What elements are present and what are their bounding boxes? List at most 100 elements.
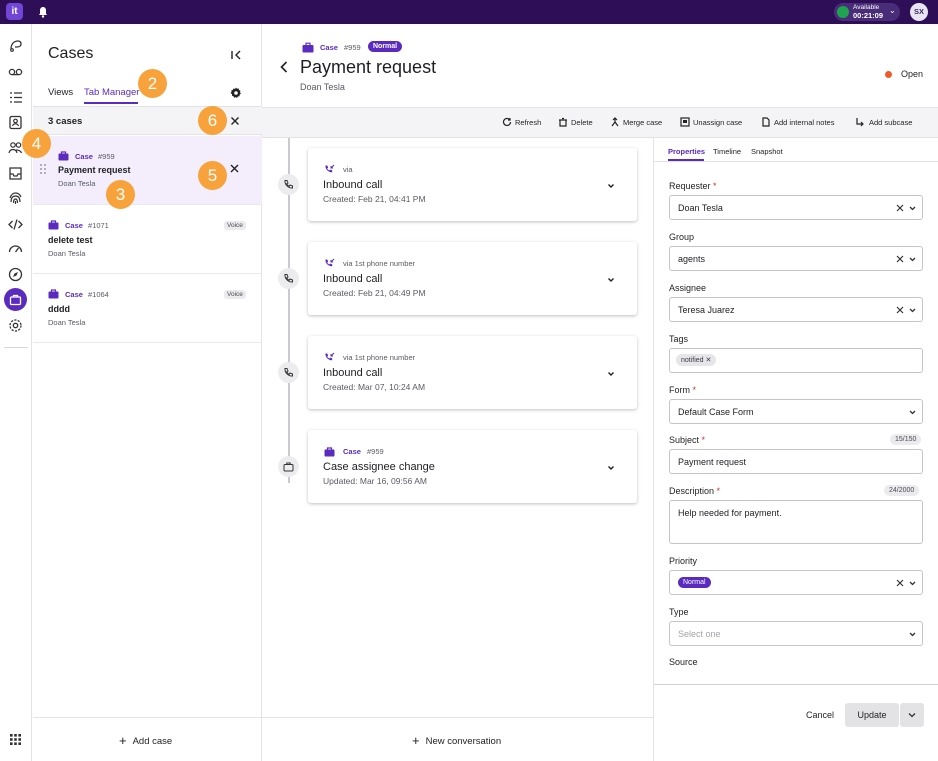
user-avatar[interactable]: SX: [910, 3, 928, 21]
chevron-down-icon[interactable]: [908, 204, 917, 213]
refresh-button[interactable]: Refresh: [515, 118, 541, 127]
case-requester: Doan Tesla: [48, 249, 86, 258]
tab-snapshot[interactable]: Snapshot: [751, 147, 783, 156]
case-list-item[interactable]: Case #1064 Voice dddd Doan Tesla: [33, 274, 262, 343]
description-textarea[interactable]: Help needed for payment.: [669, 500, 923, 544]
cancel-button[interactable]: Cancel: [806, 710, 834, 720]
case-title: dddd: [48, 304, 70, 314]
delete-button[interactable]: Delete: [571, 118, 593, 127]
step-callout-6: 6: [198, 106, 227, 135]
inbox-icon[interactable]: [7, 165, 24, 182]
apps-grid-icon[interactable]: [7, 731, 24, 748]
compass-icon[interactable]: [7, 266, 24, 283]
priority-select[interactable]: Normal: [669, 570, 923, 595]
add-internal-notes-button[interactable]: Add internal notes: [774, 118, 834, 127]
assignee-select[interactable]: Teresa Juarez: [669, 297, 923, 322]
case-status[interactable]: Open: [901, 69, 923, 79]
timeline-card[interactable]: via 1st phone number Inbound call Create…: [308, 242, 637, 315]
gear-icon[interactable]: [229, 86, 243, 100]
type-select[interactable]: Select one: [669, 621, 923, 646]
tab-views[interactable]: Views: [48, 87, 73, 98]
card-date: Updated: Mar 16, 09:56 AM: [323, 476, 427, 486]
step-callout-5: 5: [198, 161, 227, 190]
cases-nav-active[interactable]: [4, 288, 27, 311]
requester-label: Requester *: [669, 181, 717, 191]
tab-properties[interactable]: Properties: [668, 147, 705, 156]
form-select[interactable]: Default Case Form: [669, 399, 923, 424]
contacts-icon[interactable]: [7, 114, 24, 131]
tab-timeline[interactable]: Timeline: [713, 147, 741, 156]
add-case-button[interactable]: + Add case: [119, 732, 172, 748]
update-button[interactable]: Update: [845, 703, 899, 727]
unassign-case-button[interactable]: Unassign case: [693, 118, 742, 127]
case-count: 3 cases: [48, 116, 83, 127]
remove-tag-icon[interactable]: ✕: [706, 357, 712, 364]
properties-panel: Properties Timeline Snapshot Requester *…: [653, 138, 938, 761]
chevron-down-icon[interactable]: [606, 369, 616, 379]
case-title: delete test: [48, 235, 93, 245]
drag-handle-icon[interactable]: [39, 163, 47, 175]
chevron-down-icon[interactable]: [908, 255, 917, 264]
requester-select[interactable]: Doan Tesla: [669, 195, 923, 220]
tab-tab-manager[interactable]: Tab Manager: [84, 87, 139, 98]
settings-gear-icon[interactable]: [7, 317, 24, 334]
timeline-card[interactable]: Case #959 Case assignee change Updated: …: [308, 430, 637, 503]
chevron-down-icon[interactable]: [908, 579, 917, 588]
clear-icon[interactable]: [896, 255, 904, 263]
clear-icon[interactable]: [896, 306, 904, 314]
status-available-icon: [837, 6, 849, 18]
source-label: Source: [669, 657, 698, 667]
conversations-icon[interactable]: [7, 37, 24, 54]
status-dot-icon: [885, 71, 892, 78]
subject-input[interactable]: Payment request: [669, 449, 923, 474]
case-type-label: Case: [65, 221, 83, 230]
tags-input[interactable]: notified ✕: [669, 348, 923, 373]
chevron-down-icon[interactable]: [908, 408, 917, 417]
collapse-panel-icon[interactable]: [229, 48, 243, 62]
call-via: via 1st phone number: [343, 353, 416, 362]
tasks-icon[interactable]: [7, 89, 24, 106]
chevron-down-icon[interactable]: [606, 275, 616, 285]
panel-title: Cases: [48, 45, 94, 62]
priority-chip: Normal: [678, 577, 711, 588]
code-icon[interactable]: [7, 216, 24, 233]
bell-icon[interactable]: [36, 5, 50, 19]
case-count-bar: 3 cases: [33, 106, 262, 135]
clear-icon[interactable]: [896, 204, 904, 212]
voicemail-icon[interactable]: [7, 63, 24, 80]
agent-status-toggle[interactable]: Available 00:21:09 ⌄: [834, 3, 900, 21]
call-via: via 1st phone number: [343, 259, 416, 268]
step-callout-2: 2: [138, 69, 167, 98]
group-select[interactable]: agents: [669, 246, 923, 271]
refresh-icon: [502, 117, 512, 127]
merge-case-button[interactable]: Merge case: [623, 118, 662, 127]
close-tab-icon[interactable]: [229, 163, 240, 174]
add-subcase-button[interactable]: Add subcase: [869, 118, 912, 127]
back-arrow-icon[interactable]: [278, 60, 290, 74]
case-number: #959: [98, 152, 115, 161]
plus-icon: +: [412, 733, 420, 748]
timeline-card[interactable]: via 1st phone number Inbound call Create…: [308, 336, 637, 409]
case-list-item[interactable]: Case #1071 Voice delete test Doan Tesla: [33, 205, 262, 274]
case-requester: Doan Tesla: [58, 179, 96, 188]
chevron-down-icon[interactable]: [606, 463, 616, 473]
chevron-down-icon[interactable]: [908, 306, 917, 315]
fingerprint-icon[interactable]: [7, 190, 24, 207]
trash-icon: [559, 117, 567, 127]
group-value: agents: [678, 254, 706, 264]
close-all-tabs-icon[interactable]: [229, 115, 241, 127]
update-options-button[interactable]: [900, 703, 924, 727]
dashboard-gauge-icon[interactable]: [7, 240, 24, 257]
chevron-down-icon[interactable]: [606, 181, 616, 191]
case-requester: Doan Tesla: [48, 318, 86, 327]
form-label: Form *: [669, 385, 697, 395]
timeline-card[interactable]: via Inbound call Created: Feb 21, 04:41 …: [308, 148, 637, 221]
new-conversation-button[interactable]: + New conversation: [412, 732, 501, 748]
chevron-down-icon[interactable]: [908, 630, 917, 639]
case-list-item[interactable]: Case #959 Payment request Doan Tesla: [33, 136, 262, 205]
app-logo[interactable]: it: [6, 3, 23, 20]
requester-value: Doan Tesla: [678, 203, 723, 213]
card-date: Created: Feb 21, 04:41 PM: [323, 194, 426, 204]
clear-icon[interactable]: [896, 579, 904, 587]
case-title: Payment request: [58, 165, 131, 175]
